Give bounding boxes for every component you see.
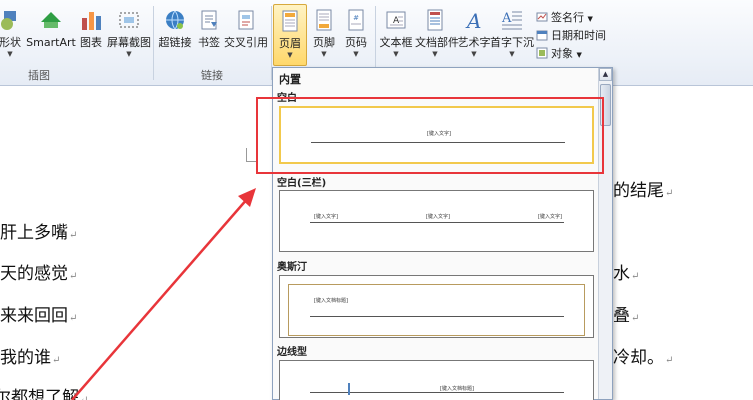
annotation-arrow <box>71 188 256 400</box>
